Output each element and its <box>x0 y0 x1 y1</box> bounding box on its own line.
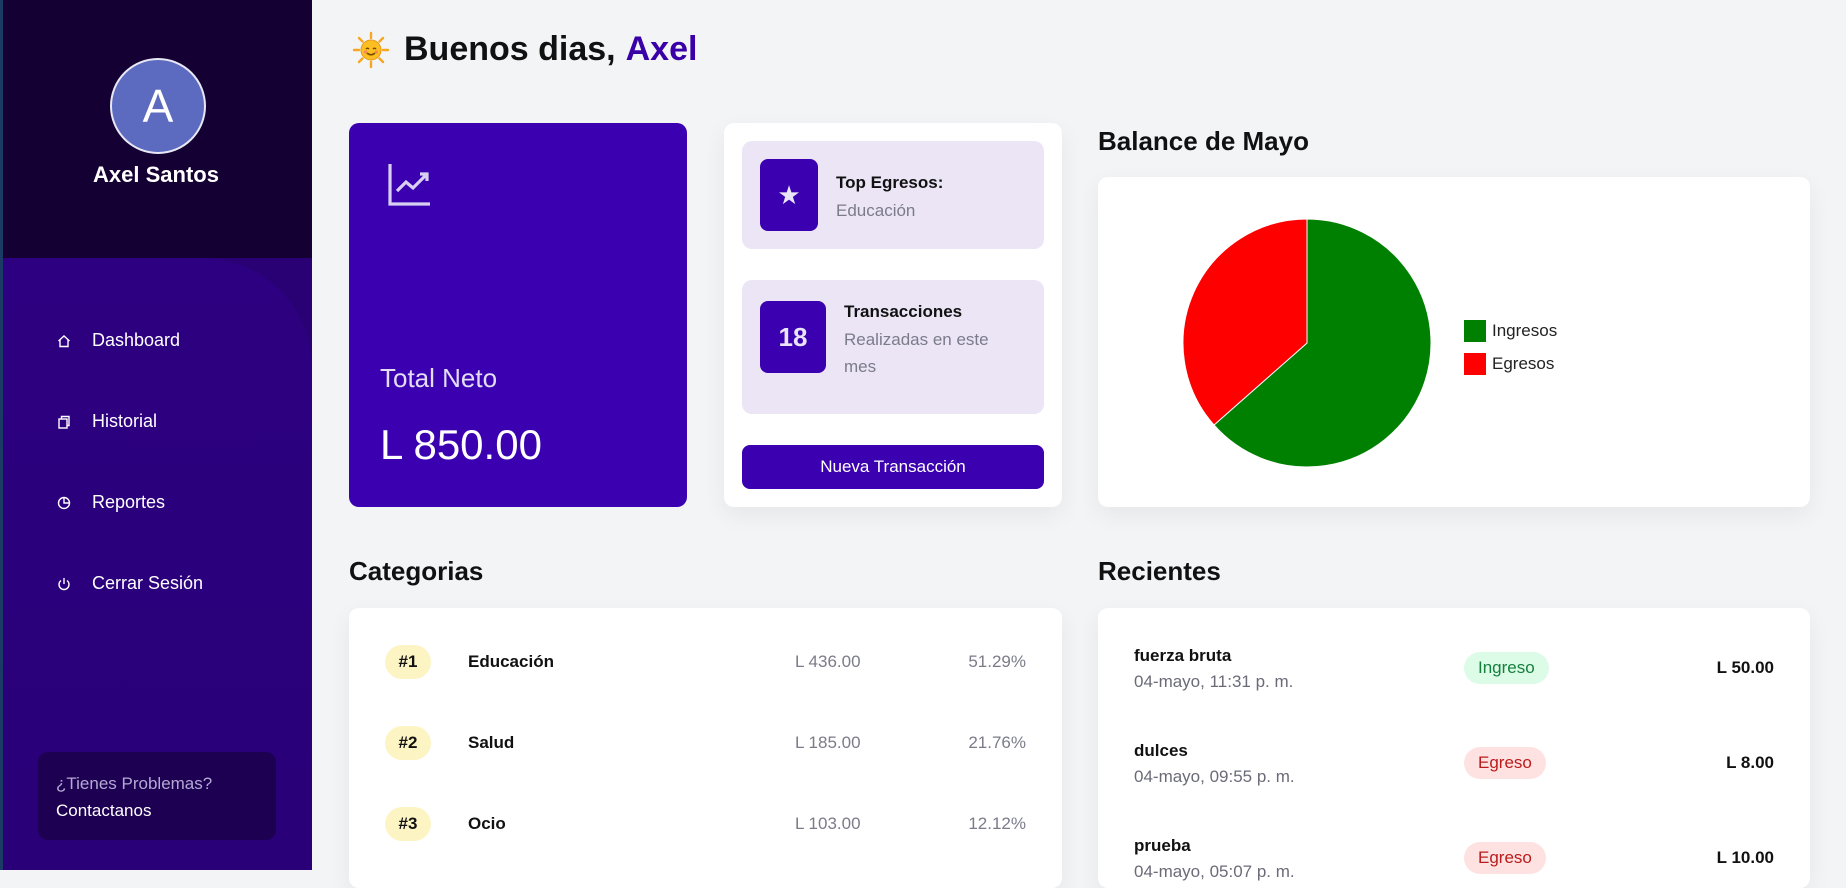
legend-item-egresos[interactable]: Egresos <box>1464 347 1557 380</box>
category-row[interactable]: #3 Ocio L 103.00 12.12% <box>349 804 1062 844</box>
chart-legend: Ingresos Egresos <box>1464 314 1557 380</box>
recent-amount: L 10.00 <box>1716 848 1774 867</box>
sidebar-item-reportes[interactable]: Reportes <box>56 462 203 543</box>
recent-name: prueba <box>1134 836 1191 855</box>
copy-icon <box>56 414 72 430</box>
category-name: Salud <box>468 733 515 752</box>
total-neto-label: Total Neto <box>380 363 498 393</box>
recent-row[interactable]: dulces 04-mayo, 09:55 p. m. Egreso L 8.0… <box>1098 741 1810 811</box>
sidebar-item-label: Dashboard <box>92 330 181 350</box>
sidebar-nav: Dashboard Historial Reportes Cerrar Sesi… <box>56 300 203 624</box>
pie-chart <box>1182 218 1432 468</box>
recent-name: dulces <box>1134 741 1188 760</box>
recent-card: fuerza bruta 04-mayo, 11:31 p. m. Ingres… <box>1098 608 1810 888</box>
legend-label: Egresos <box>1492 353 1555 373</box>
home-icon <box>56 333 72 349</box>
recent-title: Recientes <box>1098 556 1221 586</box>
legend-swatch <box>1464 352 1486 375</box>
legend-item-ingresos[interactable]: Ingresos <box>1464 314 1557 347</box>
legend-swatch <box>1464 319 1486 342</box>
transacciones-subtitle: Realizadas en este mes <box>844 330 989 376</box>
category-rank: #2 <box>385 726 431 760</box>
line-chart-icon <box>387 161 433 212</box>
sidebar-item-dashboard[interactable]: Dashboard <box>56 300 203 381</box>
summary-card: ★ Top Egresos: Educación 18 Transaccione… <box>724 123 1062 507</box>
sidebar-item-cerrar-sesion[interactable]: Cerrar Sesión <box>56 543 203 624</box>
balance-title: Balance de Mayo <box>1098 126 1309 156</box>
category-amount: L 436.00 <box>795 652 861 671</box>
recent-date: 04-mayo, 09:55 p. m. <box>1134 767 1295 786</box>
contact-link[interactable]: Contactanos <box>56 801 151 821</box>
transaction-count: 18 <box>760 301 826 373</box>
recent-name: fuerza bruta <box>1134 646 1232 665</box>
categories-title: Categorias <box>349 556 484 586</box>
user-name: Axel Santos <box>93 162 219 187</box>
help-box: ¿Tienes Problemas? Contactanos <box>38 752 276 840</box>
pie-chart-icon <box>56 495 72 511</box>
category-name: Educación <box>468 652 554 671</box>
sidebar-item-label: Cerrar Sesión <box>92 573 204 593</box>
sidebar-item-label: Reportes <box>92 492 166 512</box>
category-percent: 51.29% <box>968 652 1026 671</box>
sidebar-item-historial[interactable]: Historial <box>56 381 203 462</box>
sun-emoji-icon <box>352 31 390 69</box>
category-percent: 21.76% <box>968 733 1026 752</box>
category-rank: #1 <box>385 645 431 679</box>
status-badge: Egreso <box>1464 747 1546 779</box>
legend-label: Ingresos <box>1492 320 1558 340</box>
status-badge: Ingreso <box>1464 652 1549 684</box>
sidebar: A Axel Santos Dashboard Historial Report… <box>0 0 312 870</box>
recent-amount: L 50.00 <box>1716 658 1774 677</box>
top-egresos-title: Top Egresos: <box>836 173 944 192</box>
avatar[interactable]: A <box>110 58 206 154</box>
category-amount: L 185.00 <box>795 733 861 752</box>
window-edge <box>0 0 3 870</box>
category-row[interactable]: #2 Salud L 185.00 21.76% <box>349 723 1062 763</box>
category-percent: 12.12% <box>968 814 1026 833</box>
sidebar-item-label: Historial <box>92 411 158 431</box>
status-badge: Egreso <box>1464 842 1546 874</box>
top-egresos-value: Educación <box>836 201 916 220</box>
star-icon: ★ <box>760 159 818 231</box>
total-neto-value: L 850.00 <box>380 421 542 468</box>
help-question: ¿Tienes Problemas? <box>56 774 213 793</box>
transacciones-title: Transacciones <box>844 302 963 321</box>
recent-date: 04-mayo, 11:31 p. m. <box>1134 672 1294 691</box>
total-neto-card: Total Neto L 850.00 <box>349 123 687 507</box>
new-transaction-button[interactable]: Nueva Transacción <box>742 445 1044 489</box>
category-rank: #3 <box>385 807 431 841</box>
category-row[interactable]: #1 Educación L 436.00 51.29% <box>349 642 1062 682</box>
greeting-name: Axel <box>625 30 698 68</box>
greeting: Buenos dias, Axel <box>352 30 697 69</box>
recent-date: 04-mayo, 05:07 p. m. <box>1134 862 1295 881</box>
category-name: Ocio <box>468 814 506 833</box>
recent-row[interactable]: fuerza bruta 04-mayo, 11:31 p. m. Ingres… <box>1098 646 1810 716</box>
recent-row[interactable]: prueba 04-mayo, 05:07 p. m. Egreso L 10.… <box>1098 836 1810 888</box>
transacciones-box: 18 Transacciones Realizadas en este mes <box>742 280 1044 414</box>
top-egresos-box: ★ Top Egresos: Educación <box>742 141 1044 249</box>
greeting-text: Buenos dias, <box>404 30 616 68</box>
power-icon <box>56 576 72 592</box>
category-amount: L 103.00 <box>795 814 861 833</box>
recent-amount: L 8.00 <box>1726 753 1774 772</box>
balance-chart-card: Ingresos Egresos <box>1098 177 1810 507</box>
categories-card: #1 Educación L 436.00 51.29% #2 Salud L … <box>349 608 1062 888</box>
